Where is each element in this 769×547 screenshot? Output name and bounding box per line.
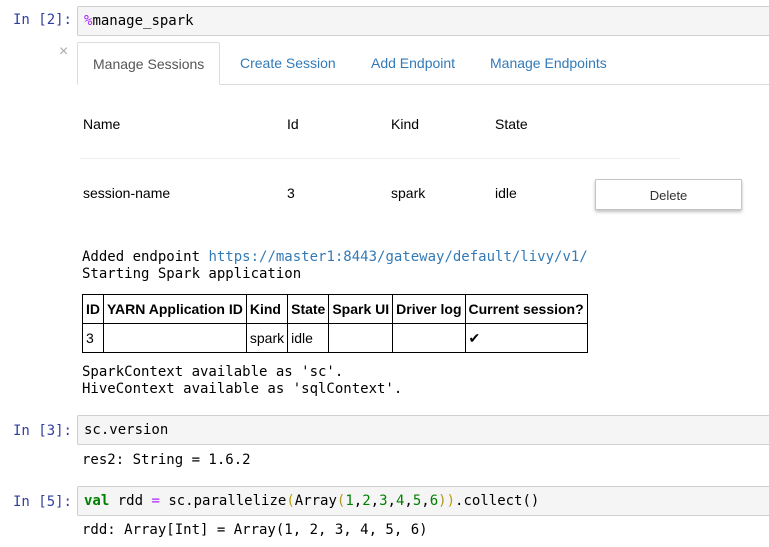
td-state: idle (287, 323, 330, 353)
code-comma: , (387, 493, 396, 509)
added-endpoint-prefix: Added endpoint (82, 249, 209, 265)
td-spark-ui (328, 323, 394, 353)
tab-manage-endpoints[interactable]: Manage Endpoints (475, 42, 622, 84)
cell-prompt: In [3]: (12, 423, 72, 439)
starting-text: Starting Spark application (82, 266, 302, 282)
close-icon[interactable]: × (59, 43, 68, 61)
code-call: sc.parallelize (159, 493, 287, 509)
header-state: State (495, 116, 528, 132)
application-table: ID YARN Application ID Kind State Spark … (82, 294, 588, 353)
code-num: 6 (429, 493, 439, 509)
code-comma: , (353, 493, 363, 509)
td-current-session: ✔ (464, 323, 588, 353)
cell-5-output: rdd: Array[Int] = Array(1, 2, 3, 4, 5, 6… (82, 522, 428, 538)
tab-add-endpoint[interactable]: Add Endpoint (356, 42, 470, 84)
hive-context-text: HiveContext available as 'sqlContext'. (82, 381, 403, 397)
code-input-cell-3[interactable]: sc.version (77, 415, 769, 445)
th-yarn-app-id: YARN Application ID (103, 294, 247, 324)
added-endpoint-line: Added endpoint https://master1:8443/gate… (82, 249, 588, 266)
code-input-cell-2[interactable]: %manage_spark (77, 6, 769, 36)
td-id: 3 (82, 323, 104, 353)
td-kind: spark (245, 323, 289, 353)
table-row: 3 spark idle ✔ (82, 323, 588, 353)
divider (80, 158, 680, 159)
code-num: 1 (345, 493, 354, 509)
session-state: idle (495, 185, 517, 201)
th-spark-ui: Spark UI (328, 294, 394, 324)
code-array: Array (294, 493, 337, 509)
tab-create-session[interactable]: Create Session (225, 42, 351, 84)
session-name: session-name (83, 185, 171, 201)
code-num: 2 (362, 493, 371, 509)
code-input-cell-5[interactable]: val rdd = sc.parallelize(Array(1,2,3,4,5… (77, 486, 769, 516)
table-header-row: ID YARN Application ID Kind State Spark … (82, 294, 588, 324)
code-comma: , (404, 493, 413, 509)
code-comma: , (370, 493, 380, 509)
endpoint-link[interactable]: https://master1:8443/gateway/default/liv… (208, 249, 587, 265)
spark-context-text: SparkContext available as 'sc'. (82, 364, 344, 380)
widget-tabs: Manage Sessions Create Session Add Endpo… (77, 42, 769, 85)
code-paren: ( (286, 493, 295, 509)
tab-manage-sessions[interactable]: Manage Sessions (77, 42, 221, 85)
td-yarn-app-id (103, 323, 247, 353)
code-paren: ) (438, 493, 447, 509)
code-tail: .collect() (455, 493, 540, 509)
cell-prompt: In [2]: (12, 12, 72, 28)
th-kind: Kind (245, 294, 289, 324)
code-var: rdd (109, 493, 152, 509)
header-id: Id (287, 116, 299, 132)
code-eq: = (151, 493, 160, 509)
keyword-val: val (84, 493, 110, 509)
header-kind: Kind (391, 116, 420, 132)
th-driver-log: Driver log (392, 294, 466, 324)
td-driver-log (392, 323, 466, 353)
delete-button[interactable]: Delete (595, 179, 742, 210)
th-state: State (287, 294, 330, 324)
th-current-session: Current session? (464, 294, 588, 324)
session-id: 3 (287, 185, 295, 201)
header-name: Name (83, 116, 121, 132)
code-paren: ) (446, 493, 456, 509)
code-comma: , (421, 493, 430, 509)
session-kind: spark (391, 185, 426, 201)
code-num: 3 (379, 493, 388, 509)
cell-prompt: In [5]: (12, 494, 72, 510)
magic-command: manage_spark (92, 13, 194, 29)
cell-3-output: res2: String = 1.6.2 (82, 452, 251, 468)
th-id: ID (82, 294, 104, 324)
